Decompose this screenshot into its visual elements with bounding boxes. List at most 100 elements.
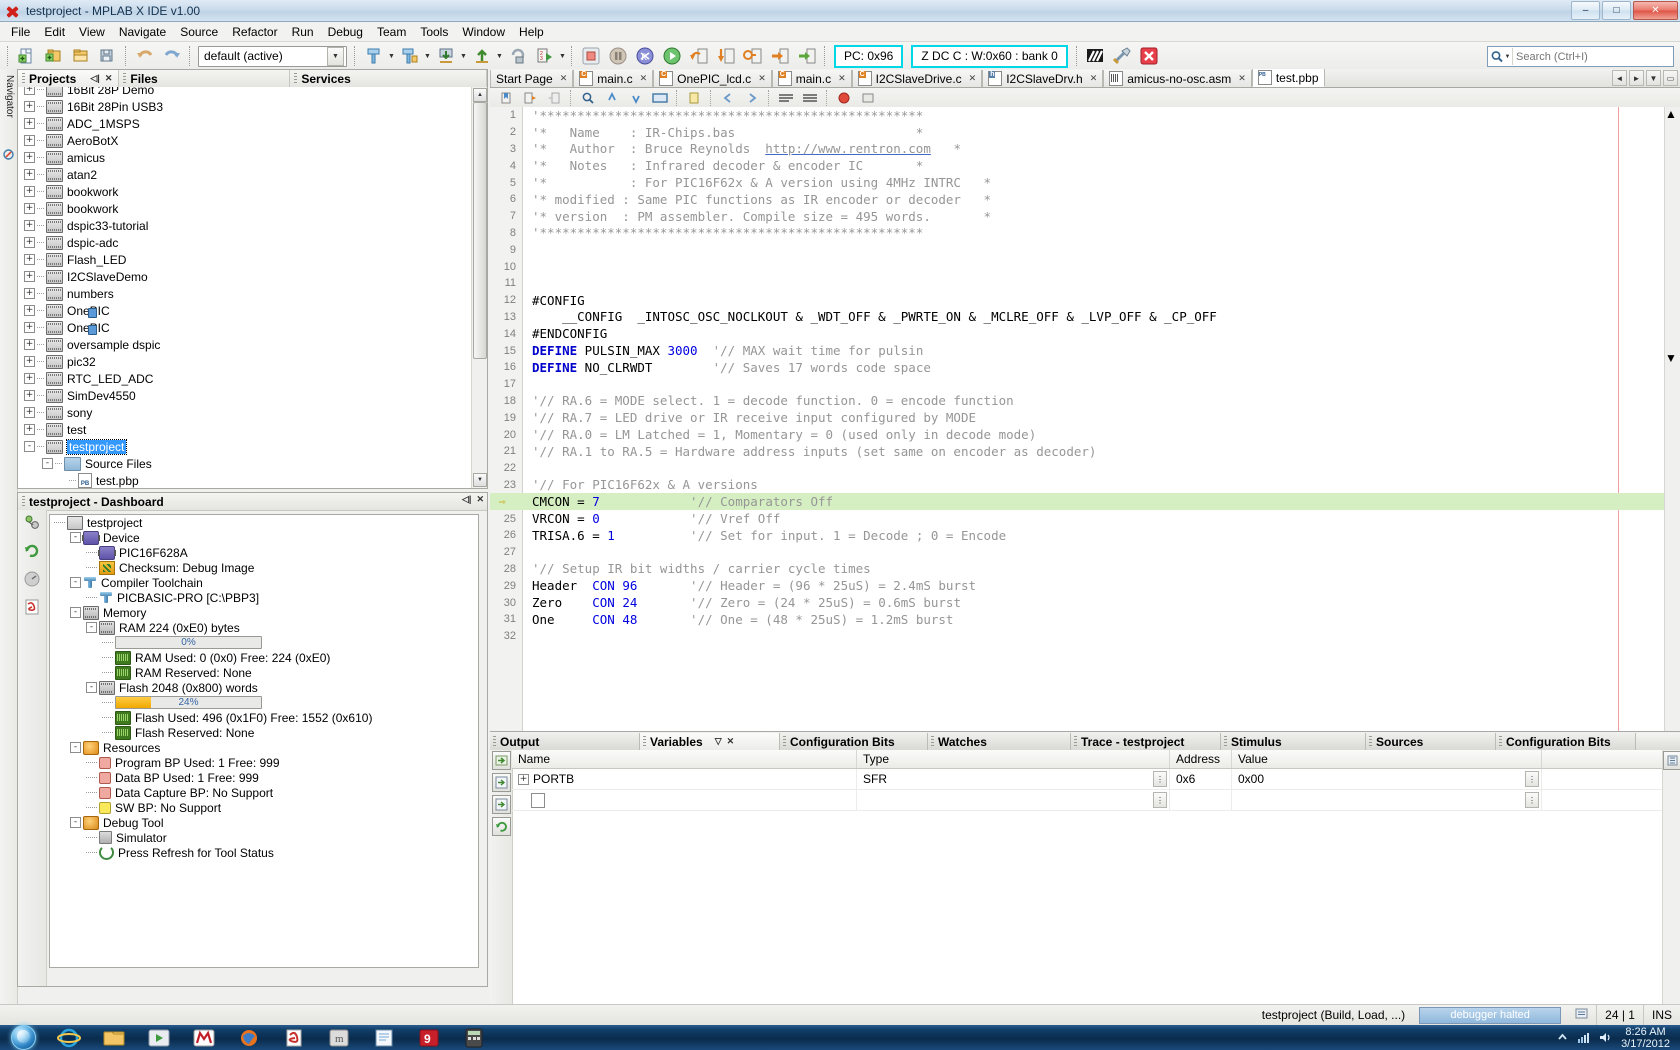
code-line[interactable]: 12#CONFIG bbox=[490, 292, 1680, 309]
project-tree-item[interactable]: +atan2 bbox=[18, 166, 487, 183]
close-panel-icon[interactable]: ✕ bbox=[727, 736, 735, 747]
project-tree-item[interactable]: +bookwork bbox=[18, 200, 487, 217]
editor-tab[interactable]: amicus-no-osc.asm✕ bbox=[1103, 70, 1252, 87]
tree-expander-icon[interactable]: - bbox=[86, 622, 97, 633]
tree-expander-icon[interactable]: + bbox=[24, 373, 35, 384]
drag-grip[interactable] bbox=[1369, 736, 1372, 747]
project-tree-item[interactable]: +sony bbox=[18, 404, 487, 421]
tab-projects[interactable]: Projects ◁| ✕ bbox=[18, 70, 119, 87]
bottom-tab[interactable]: Trace - testproject bbox=[1071, 733, 1221, 750]
table-row[interactable]: ⋮⋮ bbox=[512, 790, 1663, 811]
menu-view[interactable]: View bbox=[72, 23, 112, 41]
drag-grip[interactable] bbox=[783, 736, 786, 747]
code-line[interactable]: 29Header CON 96 '// Header = (96 * 25uS)… bbox=[490, 577, 1680, 594]
dashboard-tree-item[interactable]: testproject bbox=[50, 515, 478, 530]
code-line[interactable]: 11 bbox=[490, 275, 1680, 292]
tree-expander-icon[interactable]: + bbox=[24, 220, 35, 231]
media-player-icon[interactable] bbox=[136, 1025, 181, 1050]
menu-edit[interactable]: Edit bbox=[37, 23, 72, 41]
bottom-tab[interactable]: Stimulus bbox=[1221, 733, 1366, 750]
last-edit-icon[interactable] bbox=[683, 88, 705, 108]
show-hidden-icon[interactable] bbox=[1555, 1030, 1570, 1045]
tree-expander-icon[interactable]: - bbox=[70, 577, 81, 588]
code-line[interactable]: 27 bbox=[490, 544, 1680, 561]
find-selection-icon[interactable] bbox=[577, 88, 599, 108]
dashboard-tree-item[interactable]: Press Refresh for Tool Status bbox=[50, 845, 478, 860]
tree-expander-icon[interactable]: - bbox=[70, 532, 81, 543]
project-tree-item[interactable]: -testproject bbox=[18, 438, 487, 455]
tab-scroll-right-icon[interactable]: ► bbox=[1629, 70, 1644, 86]
shift-right-icon[interactable] bbox=[741, 88, 763, 108]
toggle-line-icon[interactable] bbox=[857, 88, 879, 108]
dashboard-tree-item[interactable]: 0% bbox=[50, 635, 478, 650]
minimize-panel-icon[interactable]: ◁| bbox=[462, 495, 471, 504]
code-line[interactable]: 15DEFINE PULSIN_MAX 3000 '// MAX wait ti… bbox=[490, 342, 1680, 359]
shift-left-icon[interactable] bbox=[717, 88, 739, 108]
close-x-icon[interactable] bbox=[1137, 44, 1162, 69]
close-tab-icon[interactable]: ✕ bbox=[1090, 73, 1098, 84]
project-tree-item[interactable]: +dspic33-tutorial bbox=[18, 217, 487, 234]
close-tab-icon[interactable]: ✕ bbox=[969, 73, 977, 84]
taskbar-clock[interactable]: 8:26 AM 3/17/2012 bbox=[1615, 1026, 1676, 1050]
code-line[interactable]: 19'// RA.7 = LED drive or IR receive inp… bbox=[490, 409, 1680, 426]
project-properties-icon[interactable] bbox=[23, 514, 41, 532]
project-tree-item[interactable]: +16Bit 28P Demo bbox=[18, 87, 487, 98]
tree-expander-icon[interactable]: + bbox=[24, 169, 35, 180]
project-tree-item[interactable]: +bookwork bbox=[18, 183, 487, 200]
tab-maximize-icon[interactable]: ▭ bbox=[1663, 70, 1678, 86]
variables-scrollbar[interactable] bbox=[1662, 750, 1680, 1005]
cell-menu-icon[interactable]: ⋮ bbox=[1153, 792, 1167, 808]
search-input[interactable] bbox=[1513, 50, 1673, 64]
step-into-icon[interactable] bbox=[713, 44, 738, 69]
project-tree-item[interactable]: +I2CSlaveDemo bbox=[18, 268, 487, 285]
dashboard-tree-item[interactable]: -Memory bbox=[50, 605, 478, 620]
project-tree-item[interactable]: +OnePIC bbox=[18, 319, 487, 336]
code-line[interactable]: 21'// RA.1 to RA.5 = Hardware address in… bbox=[490, 443, 1680, 460]
menu-navigate[interactable]: Navigate bbox=[112, 23, 173, 41]
start-button[interactable] bbox=[0, 1025, 46, 1050]
bottom-tab[interactable]: Configuration Bits bbox=[780, 733, 928, 750]
project-tree-item[interactable]: +amicus bbox=[18, 149, 487, 166]
drag-grip[interactable] bbox=[493, 736, 496, 747]
progress-detail-icon[interactable] bbox=[1567, 1007, 1596, 1023]
menu-debug[interactable]: Debug bbox=[321, 23, 370, 41]
column-header[interactable]: Type bbox=[857, 750, 1170, 768]
dashboard-tree-item[interactable]: Flash Reserved: None bbox=[50, 725, 478, 740]
bottom-tab[interactable]: Watches bbox=[928, 733, 1071, 750]
code-line[interactable]: 4'* Notes : Infrared decoder & encoder I… bbox=[490, 157, 1680, 174]
refresh-values-icon[interactable] bbox=[492, 817, 511, 836]
drag-grip[interactable] bbox=[643, 736, 646, 747]
code-line[interactable]: 13 __CONFIG _INTOSC_OSC_NOCLKOUT & _WDT_… bbox=[490, 309, 1680, 326]
menu-tools[interactable]: Tools bbox=[413, 23, 455, 41]
drag-grip[interactable] bbox=[931, 736, 934, 747]
tree-expander-icon[interactable]: + bbox=[24, 101, 35, 112]
add-sfr-icon[interactable] bbox=[492, 795, 511, 814]
notepad-icon[interactable] bbox=[361, 1025, 406, 1050]
build-icon[interactable] bbox=[361, 44, 386, 69]
code-line[interactable]: 26TRISA.6 = 1 '// Set for input. 1 = Dec… bbox=[490, 527, 1680, 544]
code-line[interactable]: 22 bbox=[490, 460, 1680, 477]
code-line[interactable]: 18'// RA.6 = MODE select. 1 = decode fun… bbox=[490, 393, 1680, 410]
code-line[interactable]: 28'// Setup IR bit widths / carrier cycl… bbox=[490, 561, 1680, 578]
dashboard-tree-item[interactable]: -Device bbox=[50, 530, 478, 545]
reset-icon[interactable]: R bbox=[632, 44, 657, 69]
program-dropdown-icon[interactable]: ▼ bbox=[495, 45, 504, 67]
tree-expander-icon[interactable]: - bbox=[70, 742, 81, 753]
menu-window[interactable]: Window bbox=[455, 23, 512, 41]
navigator-strip[interactable]: Navigator bbox=[0, 69, 18, 1005]
tree-expander-icon[interactable]: - bbox=[70, 817, 81, 828]
project-tree-item[interactable]: +ADC_1MSPS bbox=[18, 115, 487, 132]
file-explorer-icon[interactable] bbox=[91, 1025, 136, 1050]
column-header[interactable]: Value bbox=[1232, 750, 1542, 768]
dashboard-tree-item[interactable]: -RAM 224 (0xE0) bytes bbox=[50, 620, 478, 635]
debug-build-icon[interactable]: 23 bbox=[532, 44, 557, 69]
tab-scroll-left-icon[interactable]: ◄ bbox=[1612, 70, 1627, 86]
clean-build-icon[interactable] bbox=[397, 44, 422, 69]
drag-grip[interactable] bbox=[1499, 736, 1502, 747]
settings-icon[interactable] bbox=[1110, 44, 1135, 69]
row-expander-icon[interactable]: + bbox=[518, 774, 529, 785]
toggle-bookmark-icon[interactable] bbox=[495, 88, 517, 108]
code-line[interactable]: 1'**************************************… bbox=[490, 107, 1680, 124]
build-dropdown-icon[interactable]: ▼ bbox=[387, 45, 396, 67]
network-icon[interactable] bbox=[1576, 1030, 1591, 1045]
